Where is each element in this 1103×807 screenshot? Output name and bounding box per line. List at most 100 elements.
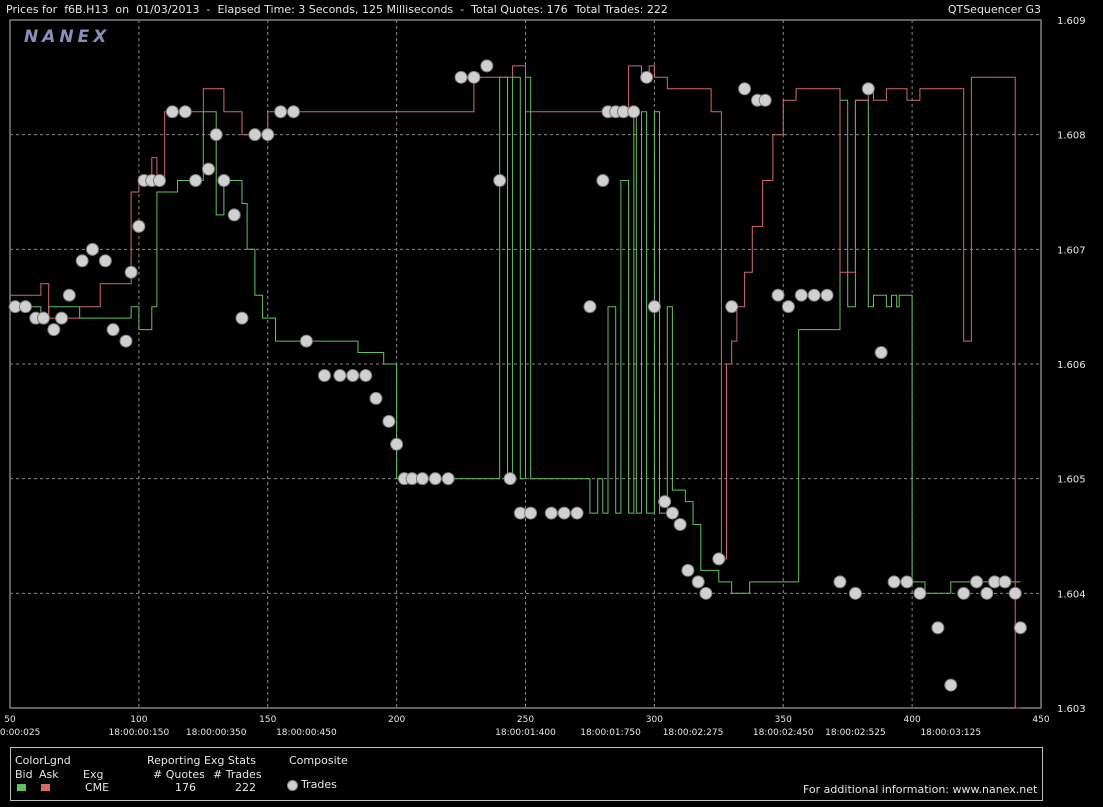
- trade-point: [55, 311, 69, 325]
- trade-point: [712, 552, 726, 566]
- trade-point: [771, 288, 785, 302]
- time-label: 18:00:00:150: [109, 728, 170, 738]
- trade-point: [980, 586, 994, 600]
- ask-legend-label: Ask: [39, 768, 59, 781]
- prices-label: Prices for: [6, 3, 58, 16]
- trade-point: [931, 621, 945, 635]
- trade-point: [124, 265, 138, 279]
- trade-point: [1013, 621, 1027, 635]
- trade-point: [673, 518, 687, 532]
- trade-point: [106, 323, 120, 337]
- trade-point: [913, 586, 927, 600]
- trade-point: [415, 472, 429, 486]
- trades-value: 222: [235, 781, 256, 794]
- symbol: f6B.H13: [64, 3, 109, 16]
- trade-point: [18, 300, 32, 314]
- time-label: 18:00:00:450: [276, 728, 337, 738]
- trade-point: [454, 70, 468, 84]
- trade-point: [544, 506, 558, 520]
- time-label: 18:00:01:750: [580, 728, 641, 738]
- trade-point: [596, 174, 610, 188]
- trade-point: [820, 288, 834, 302]
- time-label: 18:00:03:125: [920, 728, 981, 738]
- trade-point: [248, 128, 262, 142]
- trade-point: [848, 586, 862, 600]
- trade-point: [887, 575, 901, 589]
- time-label: 18:00:02:525: [825, 728, 886, 738]
- header-info: Prices for f6B.H13 on 01/03/2013 - Elaps…: [6, 3, 668, 16]
- trade-point: [428, 472, 442, 486]
- exg-header: Exg: [83, 768, 104, 781]
- trade-point: [874, 346, 888, 360]
- x-tick-label: 50: [4, 715, 16, 725]
- trade-point: [85, 242, 99, 256]
- trade-point: [833, 575, 847, 589]
- price-chart: 50 100 150 200 250 300 350 400 450 18:00:00:025 18…: [0, 16, 1086, 738]
- total-quotes: Total Quotes: 176: [471, 3, 568, 16]
- trade-point: [557, 506, 571, 520]
- trade-point: [627, 105, 641, 119]
- chart-header: Prices for f6B.H13 on 01/03/2013 - Elaps…: [0, 0, 1103, 20]
- trade-point: [209, 128, 223, 142]
- product-name: QTSequencer G3: [947, 3, 1041, 16]
- stats-header: Reporting Exg Stats: [147, 754, 256, 767]
- trade-point: [467, 70, 481, 84]
- y-tick-label: 1.607: [1057, 245, 1086, 256]
- trade-point: [47, 323, 61, 337]
- time-label: 18:00:02:275: [663, 728, 724, 738]
- trade-point: [665, 506, 679, 520]
- trade-point: [189, 174, 203, 188]
- nanex-logo: NANEX: [24, 27, 110, 47]
- elapsed-time: Elapsed Time: 3 Seconds, 125 Millisecond…: [217, 3, 454, 16]
- bid-legend-label: Bid: [15, 768, 33, 781]
- x-tick-label: 400: [904, 715, 921, 725]
- y-tick-label: 1.603: [1057, 704, 1086, 715]
- trade-point: [957, 586, 971, 600]
- trade-point: [75, 254, 89, 268]
- trade-point: [382, 414, 396, 428]
- ask-swatch: [41, 784, 50, 791]
- trade-point: [681, 563, 695, 577]
- trade-point: [970, 575, 984, 589]
- trade-point: [503, 472, 517, 486]
- trade-point: [524, 506, 538, 520]
- trade-point: [441, 472, 455, 486]
- x-tick-label: 150: [259, 715, 276, 725]
- trade-point: [98, 254, 112, 268]
- total-trades: Total Trades: 222: [574, 3, 668, 16]
- composite-header: Composite: [289, 754, 348, 767]
- x-tick-label: 200: [388, 715, 405, 725]
- trade-point: [583, 300, 597, 314]
- trade-point: [944, 678, 958, 692]
- trade-point: [359, 368, 373, 382]
- trade-point: [640, 70, 654, 84]
- legend-panel: ColorLgnd Bid Ask Exg CME Reporting Exg …: [10, 747, 1043, 801]
- trade-point: [37, 311, 51, 325]
- trade-point: [201, 162, 215, 176]
- trade-point: [480, 59, 494, 73]
- trade-point: [274, 105, 288, 119]
- time-label: 18:00:01:400: [495, 728, 556, 738]
- trade-point: [62, 288, 76, 302]
- quotes-header: # Quotes: [153, 768, 205, 781]
- trade-point: [165, 105, 179, 119]
- x-axis: 50 100 150 200 250 300 350 400 450 18:00:00:025 18…: [0, 715, 1050, 738]
- on-label: on: [115, 3, 130, 16]
- y-tick-label: 1.605: [1057, 475, 1086, 486]
- trade-point: [217, 174, 231, 188]
- quotes-value: 176: [175, 781, 196, 794]
- trade-point: [178, 105, 192, 119]
- trade-point: [299, 334, 313, 348]
- trade-point: [691, 575, 705, 589]
- y-tick-label: 1.604: [1057, 589, 1086, 600]
- bid-swatch: [17, 784, 26, 791]
- trade-point: [998, 575, 1012, 589]
- trade-point: [235, 311, 249, 325]
- trade-point: [227, 208, 241, 222]
- trade-point: [1008, 586, 1022, 600]
- trades-header: # Trades: [213, 768, 262, 781]
- trade-point: [658, 495, 672, 509]
- trade-point: [807, 288, 821, 302]
- trade-point: [758, 93, 772, 107]
- info-link[interactable]: For additional information: www.nanex.ne…: [803, 783, 1037, 796]
